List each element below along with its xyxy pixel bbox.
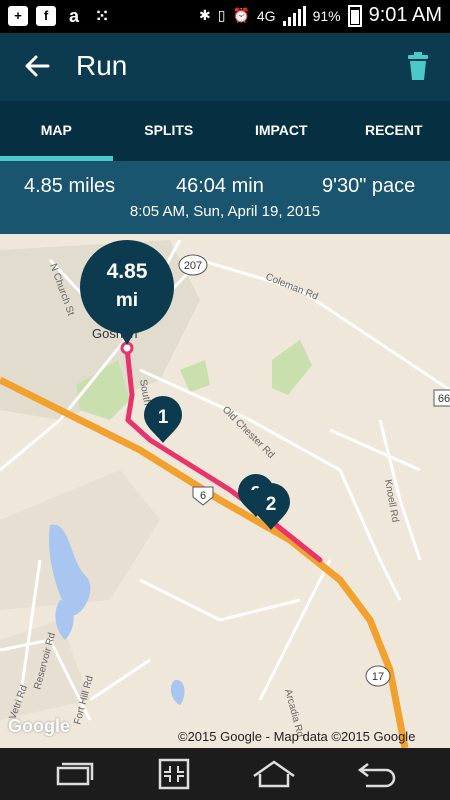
distance-value: 4.85 miles [24,175,116,197]
run-summary: 4.85 miles 46:04 min 9'30" pace 8:05 AM,… [0,161,450,234]
app-bar: Run [0,33,450,101]
page-title: Run [76,50,128,81]
route-66-label: 66 [438,393,450,405]
split-marker-1[interactable]: 1 [144,395,182,443]
tab-splits[interactable]: SPLITS [113,101,226,161]
google-logo: Google [8,716,70,736]
phone-icon: ▯ [217,7,226,23]
network-icon: 4G [256,7,276,24]
tab-map[interactable]: MAP [0,101,113,161]
system-nav-bar [0,748,450,800]
bluetooth-icon: ✱ [199,7,211,23]
tab-recent[interactable]: RECENT [338,101,450,161]
route-17-shield: 17 [365,665,391,687]
battery-text: 91% [312,7,341,24]
multiwindow-icon[interactable] [152,758,196,790]
route-17-label: 17 [372,671,384,683]
duration-value: 46:04 min [176,175,264,197]
route-207-shield: 207 [178,254,208,276]
tab-bar: MAP SPLITS IMPACT RECENT [0,101,450,161]
park-area [272,340,312,395]
trash-icon[interactable] [406,51,430,81]
amazon-icon: a [68,6,79,26]
pace-value: 9'30" pace [322,175,416,197]
dots-icon: ⁙ [94,6,110,26]
park-area [180,360,210,392]
run-datetime: 8:05 AM, Sun, April 19, 2015 [129,203,321,220]
route-6-shield: 6 [192,486,214,506]
alarm-icon: ⏰ [232,7,250,23]
tab-impact[interactable]: IMPACT [225,101,338,161]
route-map[interactable]: 207 6 17 66 Coleman Rd N Church St South… [0,234,450,748]
plus-icon: + [8,6,28,26]
route-66-shield: 66 [433,389,450,407]
recent-apps-icon[interactable] [52,758,96,790]
split-marker-1-label: 1 [158,407,169,428]
status-time: 9:01 AM [368,4,442,26]
split-marker-2-label: 2 [266,494,277,515]
status-bar: + f a ⁙ ✱ ▯ ⏰ 4G 91% 9:01 AM [0,0,450,33]
back-icon[interactable] [354,758,398,790]
distance-pin-value: 4.85 [107,260,148,283]
signal-icon [282,5,306,26]
map-canvas: 207 6 17 66 Coleman Rd N Church St South… [0,239,450,748]
pond [170,679,185,705]
back-arrow-icon[interactable] [22,51,52,81]
old-chester-rd-label: Old Chester Rd [220,404,277,461]
route-207-label: 207 [184,260,202,272]
map-copyright: ©2015 Google - Map data ©2015 Google [178,729,416,744]
coleman-rd-label: Coleman Rd [264,272,320,303]
distance-pin-unit: mi [116,290,138,311]
battery-icon [347,4,362,27]
facebook-icon: f [36,6,56,26]
home-icon[interactable] [252,758,296,790]
route-6-label: 6 [200,490,206,502]
